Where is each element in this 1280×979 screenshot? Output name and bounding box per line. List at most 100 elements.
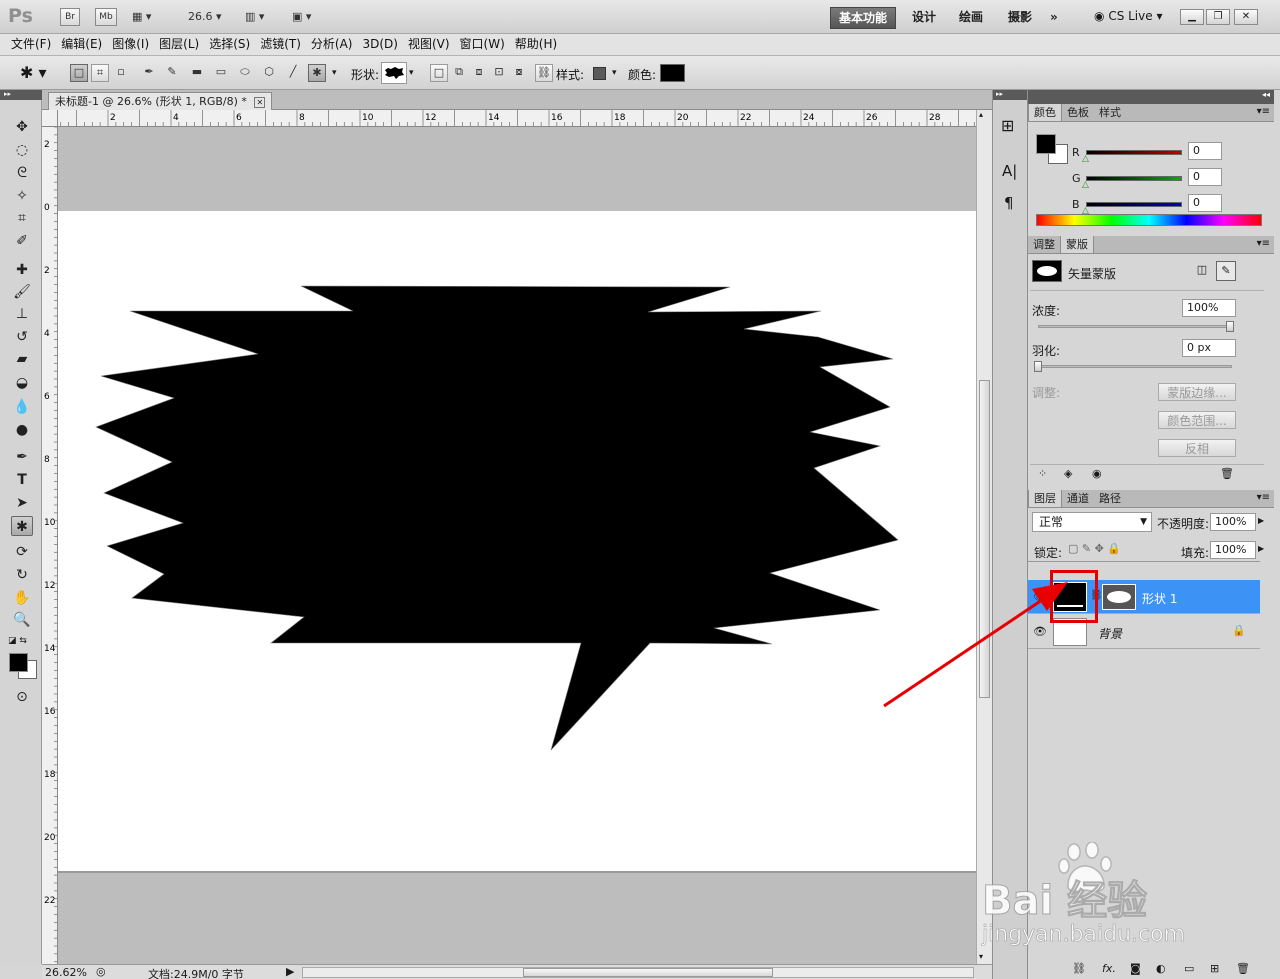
custom-shape-tool-icon[interactable]: ✱: [308, 64, 326, 82]
workspace-photography[interactable]: 摄影: [1000, 7, 1040, 29]
horizontal-scroll-thumb[interactable]: [523, 968, 773, 977]
tab-masks[interactable]: 蒙版: [1060, 236, 1094, 253]
tab-color[interactable]: 颜色: [1028, 104, 1062, 121]
intersect-shape-areas-icon[interactable]: ⊡: [490, 64, 508, 82]
density-slider-thumb[interactable]: [1226, 321, 1234, 332]
tools-panel-header[interactable]: ▸▸: [0, 90, 42, 100]
channel-slider-thumb[interactable]: △: [1082, 154, 1089, 164]
link-icon[interactable]: ⛓: [535, 64, 553, 82]
menu-filter[interactable]: 滤镜(T): [255, 34, 306, 55]
adjustment-layer-icon[interactable]: ◐: [1156, 962, 1166, 975]
tab-adjustments[interactable]: 调整: [1028, 236, 1060, 253]
history-brush-icon[interactable]: ↺: [11, 327, 33, 347]
blur-tool-icon[interactable]: 💧: [11, 397, 33, 417]
style-dropdown[interactable]: ▾: [612, 68, 617, 78]
menu-view[interactable]: 视图(V): [403, 34, 455, 55]
mini-bridge-button[interactable]: Mb: [95, 8, 117, 26]
layer-style-fx-icon[interactable]: fx.: [1102, 962, 1116, 975]
canvas-workspace[interactable]: [58, 127, 976, 964]
fill-field[interactable]: 100%: [1210, 541, 1256, 559]
add-to-shape-area-icon[interactable]: ⧉: [450, 64, 468, 82]
restore-button[interactable]: ❐: [1206, 9, 1230, 25]
panel-dock-header[interactable]: ◂◂: [1028, 90, 1274, 104]
clone-stamp-icon[interactable]: ⊥: [11, 304, 33, 324]
blend-mode-select[interactable]: 正常 ▼: [1032, 512, 1152, 532]
close-button[interactable]: ✕: [1234, 9, 1258, 25]
vertical-scrollbar[interactable]: ▴ ▾: [976, 110, 992, 964]
color-range-button[interactable]: 颜色范围...: [1158, 411, 1236, 429]
speech-bubble-shape[interactable]: [58, 211, 976, 873]
subtract-from-shape-area-icon[interactable]: ⧈: [470, 64, 488, 82]
menu-layer[interactable]: 图层(L): [154, 34, 204, 55]
layer-name[interactable]: 背景: [1098, 625, 1122, 642]
opacity-field[interactable]: 100%: [1210, 513, 1256, 531]
tab-layers[interactable]: 图层: [1028, 490, 1062, 507]
vertical-scroll-thumb[interactable]: [979, 380, 990, 698]
more-workspaces-button[interactable]: »: [1042, 7, 1066, 29]
invert-button[interactable]: 反相: [1158, 439, 1236, 457]
load-selection-icon[interactable]: ⁘: [1038, 467, 1047, 480]
zoom-tool-icon[interactable]: 🔍: [11, 610, 33, 630]
delete-layer-icon[interactable]: 🗑: [1236, 962, 1250, 975]
tab-swatches[interactable]: 色板: [1062, 104, 1094, 121]
view-extras-dropdown[interactable]: ▦ ▾: [132, 10, 151, 23]
lasso-tool-icon[interactable]: ᘓ: [11, 163, 33, 183]
visibility-eye-icon[interactable]: 👁: [1032, 590, 1048, 603]
freeform-pen-icon[interactable]: ✎: [163, 64, 181, 82]
channel-slider-r[interactable]: [1086, 150, 1182, 155]
lock-icons[interactable]: ▢ ✎ ✥ 🔒: [1068, 542, 1121, 555]
color-foreground-swatch[interactable]: [1036, 134, 1056, 154]
channel-value-b[interactable]: 0: [1188, 194, 1222, 212]
layer-vector-mask-thumbnail[interactable]: [1102, 584, 1136, 610]
feather-field[interactable]: 0 px: [1182, 339, 1236, 357]
panel-menu-icon[interactable]: ▾≡: [1257, 238, 1270, 249]
character-panel-icon[interactable]: A|: [1002, 162, 1017, 180]
channel-slider-b[interactable]: [1086, 202, 1182, 207]
link-layers-icon[interactable]: ⛓: [1072, 962, 1086, 975]
vertical-ruler[interactable]: 2 0 2 4 6 8 10 12 14 16 18 20 22: [42, 127, 58, 964]
menu-file[interactable]: 文件(F): [6, 34, 56, 55]
ellipse-tool-icon[interactable]: ⬭: [236, 64, 254, 82]
tool-preset-picker[interactable]: ✱ ▾: [20, 63, 47, 82]
visibility-eye-icon[interactable]: 👁: [1032, 625, 1048, 638]
apply-mask-icon[interactable]: ◈: [1064, 467, 1072, 480]
screen-mode-dropdown[interactable]: ▣ ▾: [292, 10, 311, 23]
workspace-essentials[interactable]: 基本功能: [830, 7, 897, 29]
disable-mask-icon[interactable]: ◉: [1092, 467, 1102, 480]
path-selection-icon[interactable]: ➤: [11, 493, 33, 513]
document-canvas[interactable]: [58, 211, 976, 873]
eyedropper-tool-icon[interactable]: ✐: [11, 231, 33, 251]
3d-orbit-icon[interactable]: ↻: [11, 565, 33, 585]
channel-slider-g[interactable]: [1086, 176, 1182, 181]
zoom-level-dropdown[interactable]: 26.6 ▾: [188, 10, 222, 23]
workspace-design[interactable]: 设计: [904, 7, 944, 29]
custom-shape-tool-icon[interactable]: ✱: [11, 516, 33, 536]
rectangle-tool-icon[interactable]: ▬: [188, 64, 206, 82]
style-swatch[interactable]: [593, 67, 606, 80]
panel-menu-icon[interactable]: ▾≡: [1257, 106, 1270, 117]
horizontal-ruler[interactable]: 2 4 6 8 10 12 14 16 18 20 22 24 26 28: [58, 110, 976, 127]
zoom-readout[interactable]: 26.62%: [45, 966, 87, 979]
density-slider-track[interactable]: [1038, 325, 1232, 328]
default-colors-icon[interactable]: ◪ ⇆: [8, 636, 27, 646]
add-mask-icon[interactable]: ◙: [1130, 962, 1141, 975]
paint-bucket-icon[interactable]: ◒: [11, 373, 33, 393]
menu-analysis[interactable]: 分析(A): [306, 34, 358, 55]
menu-select[interactable]: 选择(S): [204, 34, 255, 55]
workspace-painting[interactable]: 绘画: [951, 7, 991, 29]
collapse-panels-icon[interactable]: ◂◂: [1262, 90, 1270, 99]
feather-slider-track[interactable]: [1038, 365, 1232, 368]
vector-mask-thumbnail[interactable]: [1032, 260, 1062, 282]
shape-picker[interactable]: [381, 62, 407, 84]
tab-channels[interactable]: 通道: [1062, 490, 1094, 507]
type-tool-icon[interactable]: T: [11, 470, 33, 490]
layer-color-swatch[interactable]: [660, 64, 685, 82]
shape-layers-mode-button[interactable]: □: [70, 64, 88, 82]
new-shape-layer-button[interactable]: □: [430, 64, 448, 82]
select-vector-mask-icon[interactable]: ✎: [1216, 261, 1236, 281]
delete-mask-icon[interactable]: 🗑: [1220, 467, 1234, 480]
exclude-overlapping-icon[interactable]: ⧇: [510, 64, 528, 82]
shape-picker-dropdown[interactable]: ▾: [409, 68, 414, 78]
menu-edit[interactable]: 编辑(E): [56, 34, 107, 55]
select-pixel-mask-icon[interactable]: ◫: [1194, 263, 1210, 279]
